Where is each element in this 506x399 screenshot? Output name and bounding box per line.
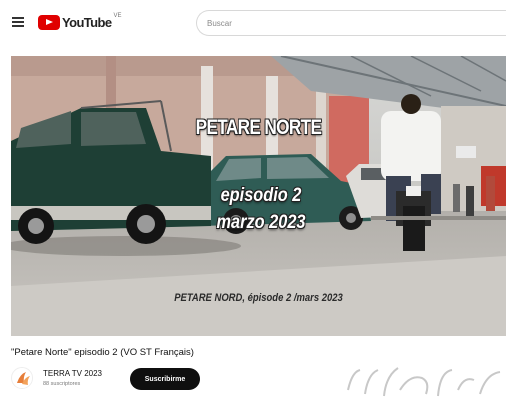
play-logo-icon: [38, 14, 60, 30]
subscriber-count: 88 suscriptores: [43, 381, 81, 387]
menu-icon[interactable]: [12, 17, 24, 27]
top-bar: YouTube VE: [0, 0, 506, 48]
channel-avatar[interactable]: [11, 367, 33, 389]
subscribe-button[interactable]: Suscribirme: [130, 368, 200, 390]
youtube-logo[interactable]: YouTube VE: [38, 13, 122, 30]
overlay-title: PETARE NORTE: [195, 116, 322, 139]
search-box: [196, 10, 506, 36]
search-input[interactable]: [207, 16, 487, 31]
overlay-subtitle: PETARE NORD, épisode 2 /mars 2023: [174, 292, 343, 304]
channel-name[interactable]: TERRA TV 2023: [43, 369, 102, 378]
decorative-scribble: [347, 367, 501, 397]
video-player[interactable]: PETARE NORTE episodio 2 marzo 2023 PETAR…: [11, 56, 506, 336]
youtube-watch-page: YouTube VE Buscar PETARE NORTE episodio …: [0, 0, 506, 399]
terra-logo-icon: [13, 369, 32, 388]
logo-text: YouTube: [62, 14, 112, 30]
logo-region-code: VE: [113, 13, 122, 19]
video-title: "Petare Norte" episodio 2 (VO ST Françai…: [11, 347, 194, 358]
overlay-episode-date: marzo 2023: [216, 212, 306, 233]
overlay-episode: episodio 2 marzo 2023: [175, 182, 347, 236]
overlay-episode-number: episodio 2: [220, 185, 302, 206]
